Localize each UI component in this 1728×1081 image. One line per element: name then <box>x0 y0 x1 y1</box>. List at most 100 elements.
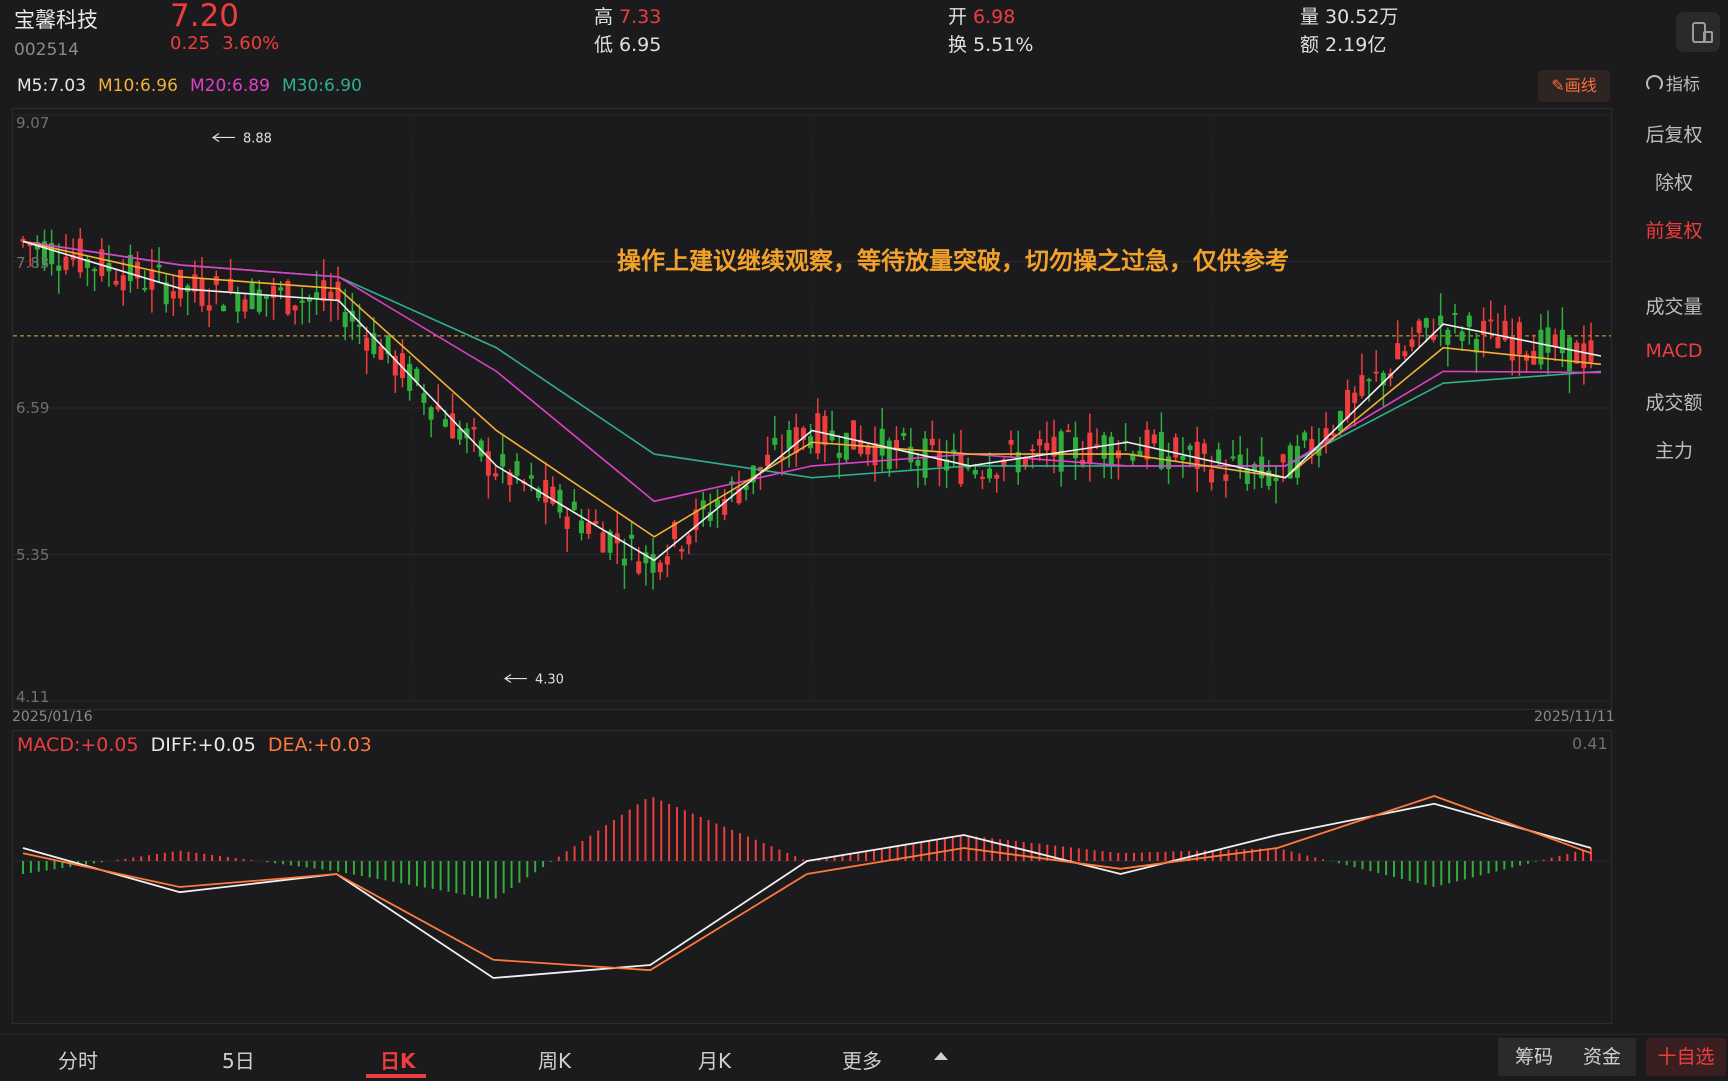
candle-body <box>972 469 978 475</box>
candle-body <box>514 461 520 476</box>
candle-body <box>987 468 993 479</box>
candle-body <box>1280 454 1286 463</box>
candle-body <box>1445 329 1451 345</box>
candle-body <box>1273 477 1279 482</box>
candle-body <box>1581 343 1587 369</box>
candle-body <box>1244 468 1250 485</box>
candle-body <box>1495 336 1501 349</box>
indicator-main-force[interactable]: 主力 <box>1626 436 1722 463</box>
candle-body <box>901 432 907 437</box>
draw-line-button[interactable]: ✎画线 <box>1538 70 1610 102</box>
funds-button[interactable]: 资金 <box>1568 1038 1636 1076</box>
candle-body <box>686 535 692 545</box>
indicator-macd[interactable]: MACD <box>1626 340 1722 362</box>
indicator-button[interactable]: 指标 <box>1646 70 1700 95</box>
candle-body <box>793 427 799 453</box>
candle-body <box>1151 434 1157 444</box>
chips-button[interactable]: 筹码 <box>1498 1038 1570 1076</box>
candle-body <box>1209 469 1215 483</box>
stat-open-value: 6.98 <box>973 6 1016 28</box>
low-marker-label: 4.30 <box>535 673 564 688</box>
candle-body <box>979 476 985 479</box>
y-tick-5: 4.11 <box>16 688 50 706</box>
tab-intraday[interactable]: 分时 <box>58 1045 98 1074</box>
ma20-legend: M20:6.89 <box>190 76 270 96</box>
candle-body <box>557 489 563 513</box>
macd-value: MACD:+0.05 <box>17 734 139 756</box>
indicator-amount[interactable]: 成交额 <box>1626 388 1722 415</box>
candle-body <box>929 438 935 446</box>
y-tick-4: 5.35 <box>16 546 50 564</box>
candle-body <box>1166 456 1172 470</box>
kline-svg: 8.88 4.30 <box>13 114 1611 702</box>
candle-body <box>421 393 427 403</box>
tab-monthly-k[interactable]: 月K <box>698 1045 731 1074</box>
ma30-legend: M30:6.90 <box>282 76 362 96</box>
add-watchlist-button[interactable]: 十自选 <box>1646 1038 1726 1076</box>
candle-body <box>1108 436 1114 465</box>
stat-turnover-value: 5.51% <box>973 34 1034 56</box>
candle-body <box>586 522 592 534</box>
candle-body <box>1072 437 1078 459</box>
y-tick-1: 9.07 <box>16 114 50 132</box>
candle-body <box>1065 430 1071 433</box>
candle-body <box>1187 445 1193 451</box>
candle-body <box>1552 334 1558 348</box>
candle-body <box>994 474 1000 479</box>
candle-body <box>1201 443 1207 454</box>
candle-body <box>442 419 448 427</box>
tab-5day[interactable]: 5日 <box>222 1045 255 1074</box>
candle-body <box>786 430 792 449</box>
tab-daily-k[interactable]: 日K <box>380 1045 416 1074</box>
macd-chart[interactable] <box>12 730 1612 1024</box>
caret-up-icon[interactable] <box>934 1052 948 1060</box>
candle-body <box>1509 336 1515 361</box>
indicator-volume[interactable]: 成交量 <box>1626 292 1722 319</box>
candle-body <box>92 269 98 272</box>
candle-body <box>299 300 305 303</box>
diff-line <box>22 802 1592 979</box>
stat-open-label: 开 <box>948 6 968 28</box>
candle-body <box>629 534 635 539</box>
diff-value: DIFF:+0.05 <box>150 734 256 756</box>
candle-body <box>285 281 291 315</box>
stat-amount-label: 额 <box>1300 34 1320 56</box>
stat-volume: 量 30.52万 <box>1300 2 1398 29</box>
rights-back-adjusted[interactable]: 后复权 <box>1626 120 1722 147</box>
candle-body <box>127 254 133 282</box>
candle-body <box>528 475 534 479</box>
last-price: 7.20 <box>170 0 240 34</box>
candle-body <box>199 278 205 306</box>
candle-body <box>342 312 348 328</box>
candle-body <box>249 282 255 310</box>
candle-body <box>278 287 284 291</box>
candle-body <box>1180 455 1186 460</box>
chart-annotation: 操作上建议继续观察，等待放量突破，切勿操之过急，仅供参考 <box>617 247 1289 275</box>
stat-high-value: 7.33 <box>619 6 662 28</box>
tab-more[interactable]: 更多 <box>842 1045 882 1074</box>
candle-body <box>1538 329 1544 365</box>
stat-volume-value: 30.52万 <box>1325 6 1399 28</box>
kline-chart[interactable]: 8.88 4.30 <box>12 108 1612 710</box>
candle-body <box>321 280 327 302</box>
candle-body <box>142 287 148 290</box>
high-marker-label: 8.88 <box>243 131 272 146</box>
stat-high: 高 7.33 <box>594 2 661 29</box>
candle-body <box>156 264 162 268</box>
candle-body <box>1466 315 1472 327</box>
ma5-legend: M5:7.03 <box>17 76 87 96</box>
stat-volume-label: 量 <box>1300 6 1320 28</box>
stock-code: 002514 <box>14 40 79 60</box>
candle-body <box>1030 449 1036 452</box>
candle-body <box>256 289 262 312</box>
candle-body <box>1037 439 1043 446</box>
candle-body <box>120 275 126 291</box>
candle-body <box>1409 339 1415 347</box>
rights-ex-rights[interactable]: 除权 <box>1626 168 1722 195</box>
rights-forward-adjusted[interactable]: 前复权 <box>1626 216 1722 243</box>
price-change: 0.25 3.60% <box>170 33 279 54</box>
candle-body <box>1352 392 1358 403</box>
landscape-toggle-button[interactable] <box>1676 12 1720 52</box>
tab-weekly-k[interactable]: 周K <box>538 1045 571 1074</box>
end-date-label: 2025/11/11 <box>1534 709 1615 725</box>
